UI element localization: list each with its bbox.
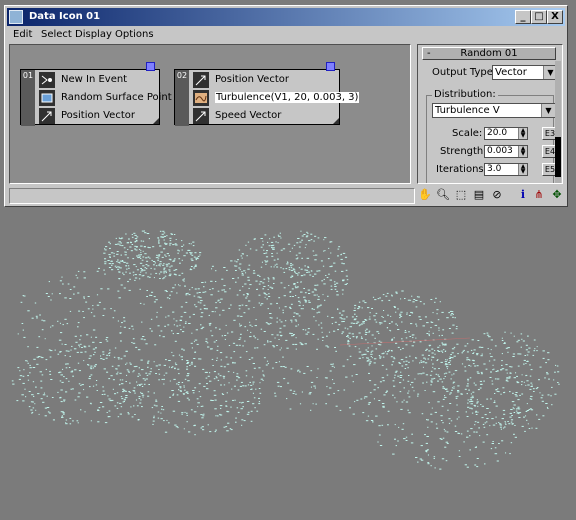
no-icon[interactable]: ⊘ xyxy=(490,188,504,202)
menu-options[interactable]: Options xyxy=(115,29,154,40)
menu-display[interactable]: Display xyxy=(75,29,112,40)
chevron-down-icon[interactable]: ▼ xyxy=(541,104,555,117)
node-item[interactable]: Random Surface Point xyxy=(35,89,172,107)
turbulence-icon xyxy=(193,90,209,106)
vector-icon xyxy=(193,108,209,124)
distribution-value: Turbulence V xyxy=(435,105,500,116)
node-item-label: Speed Vector xyxy=(215,110,282,121)
resize-corner xyxy=(153,118,159,124)
node-item-label: New In Event xyxy=(61,74,128,85)
spinner-arrows-icon[interactable]: ▲ ▼ xyxy=(518,164,527,175)
node-number: 01 xyxy=(21,70,35,126)
tree-icon[interactable]: ⋔ xyxy=(532,188,546,202)
node-item-label: Random Surface Point xyxy=(61,92,172,103)
pan-icon[interactable]: ✥ xyxy=(550,188,564,202)
zoom-region-icon[interactable]: ⬚ xyxy=(454,188,468,202)
info-icon[interactable]: i xyxy=(516,188,530,202)
node-item[interactable]: New In Event xyxy=(35,71,159,89)
particle-graph-area[interactable]: 01 New In Event Random Surface Point Pos… xyxy=(9,44,411,184)
scale-spinner[interactable]: 20.0 ▲ ▼ xyxy=(484,127,528,140)
zoom-icon[interactable]: 🔍︎ xyxy=(436,188,450,202)
node-item[interactable]: Speed Vector xyxy=(189,107,339,125)
title-bar[interactable]: Data Icon 01 _ □ X xyxy=(7,8,565,26)
properties-panel: - Random 01 Output Type: Vector ▼ Distri… xyxy=(417,44,563,184)
strength-spinner[interactable]: 0.003 ▲ ▼ xyxy=(484,145,528,158)
menu-edit[interactable]: Edit xyxy=(13,29,32,40)
distribution-dropdown[interactable]: Turbulence V ▼ xyxy=(432,103,556,118)
output-pin[interactable] xyxy=(146,62,155,71)
output-pin[interactable] xyxy=(326,62,335,71)
vector-icon xyxy=(193,72,209,88)
scale-label: Scale: xyxy=(452,128,483,139)
output-type-label: Output Type: xyxy=(432,67,497,78)
spinner-arrows-icon[interactable]: ▲ ▼ xyxy=(518,146,527,157)
iterations-value: 3.0 xyxy=(487,164,502,174)
iterations-spinner[interactable]: 3.0 ▲ ▼ xyxy=(484,163,528,176)
rollout-title: Random 01 xyxy=(460,48,518,59)
event-icon xyxy=(39,72,55,88)
hand-icon[interactable]: ✋ xyxy=(418,188,432,202)
node-item-label: Position Vector xyxy=(215,74,289,85)
output-type-value: Vector xyxy=(495,67,527,78)
particle-cloud xyxy=(11,230,560,470)
node-number: 02 xyxy=(175,70,189,126)
node-item[interactable]: Position Vector xyxy=(35,107,159,125)
node-02[interactable]: 02 Position Vector Turbulence(V1, 20, 0.… xyxy=(174,62,360,126)
minimize-button[interactable]: _ xyxy=(515,10,531,24)
close-button[interactable]: X xyxy=(547,10,563,24)
zoom-extents-icon[interactable]: ▤ xyxy=(472,188,486,202)
strength-value: 0.003 xyxy=(487,146,513,156)
menu-bar: Edit Select Display Options xyxy=(7,27,565,43)
rollout-header[interactable]: - Random 01 xyxy=(422,47,556,60)
maximize-button[interactable]: □ xyxy=(531,10,547,24)
data-icon-window: Data Icon 01 _ □ X Edit Select Display O… xyxy=(4,5,568,207)
output-type-dropdown[interactable]: Vector ▼ xyxy=(492,65,558,80)
menu-select[interactable]: Select xyxy=(41,29,72,40)
particle-viewport[interactable] xyxy=(0,210,576,520)
node-item-label: Position Vector xyxy=(61,110,135,121)
surface-icon xyxy=(39,90,55,106)
window-icon xyxy=(9,10,23,24)
node-item-selected[interactable]: Turbulence(V1, 20, 0.003, 3) xyxy=(189,89,360,107)
scrollbar-thumb[interactable] xyxy=(555,137,561,177)
strength-label: Strength: xyxy=(440,146,487,157)
panel-scrollbar[interactable] xyxy=(555,61,561,183)
scale-value: 20.0 xyxy=(487,128,508,138)
vector-icon xyxy=(39,108,55,124)
node-item[interactable]: Position Vector xyxy=(189,71,339,89)
pivot-line xyxy=(339,337,471,346)
status-bar xyxy=(9,188,415,204)
iterations-label: Iterations: xyxy=(436,164,487,175)
resize-corner xyxy=(333,118,339,124)
node-01[interactable]: 01 New In Event Random Surface Point Pos… xyxy=(20,62,172,126)
window-title: Data Icon 01 xyxy=(29,11,101,22)
rollout-toggle[interactable]: - xyxy=(427,48,431,59)
node-item-label: Turbulence(V1, 20, 0.003, 3) xyxy=(215,92,360,103)
spinner-arrows-icon[interactable]: ▲ ▼ xyxy=(518,128,527,139)
distribution-label: Distribution: xyxy=(432,89,498,100)
